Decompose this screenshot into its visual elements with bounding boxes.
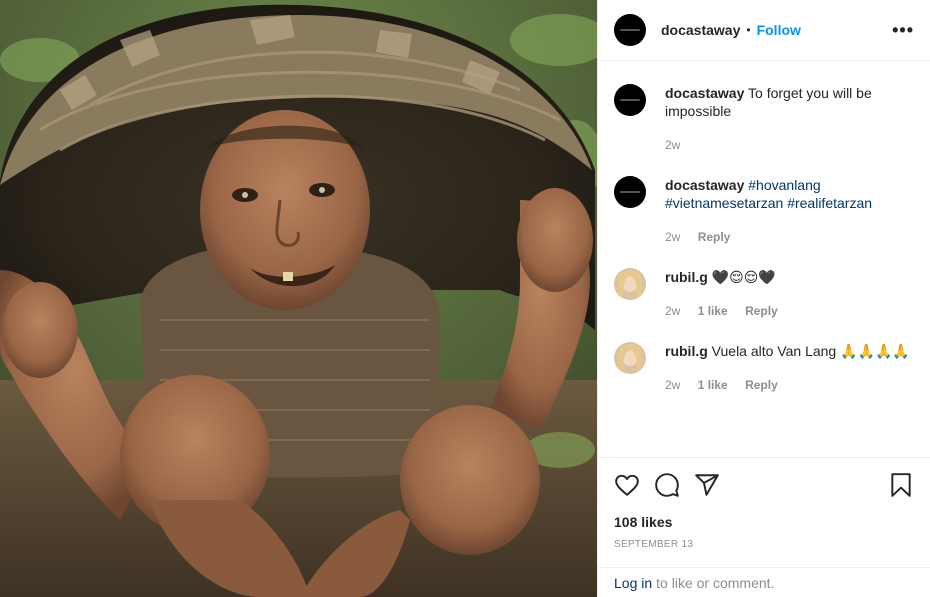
post-image xyxy=(0,0,597,597)
comment-meta: 2w 1 like Reply xyxy=(665,376,914,394)
instagram-post: docastaway • Follow ••• docastaway To fo… xyxy=(0,0,930,597)
comment-body: docastaway #hovanlang #vietnamesetarzan … xyxy=(665,176,914,246)
reply-button[interactable]: Reply xyxy=(698,230,731,244)
comment-username[interactable]: rubil.g xyxy=(665,269,708,285)
avatar-photo-icon xyxy=(614,342,646,374)
login-text: to like or comment. xyxy=(656,574,775,591)
login-link[interactable]: Log in xyxy=(614,575,652,591)
avatar-logo-icon xyxy=(620,191,640,193)
avatar[interactable] xyxy=(614,176,646,208)
separator: • xyxy=(746,23,751,37)
comment-body: docastaway To forget you will be impossi… xyxy=(665,84,914,154)
post-sidebar: docastaway • Follow ••• docastaway To fo… xyxy=(597,0,930,597)
comment: rubil.g Vuela alto Van Lang 🙏🙏🙏🙏 2w 1 li… xyxy=(614,342,914,394)
comment-time[interactable]: 2w xyxy=(665,138,680,152)
comment-time[interactable]: 2w xyxy=(665,378,680,392)
comment-meta: 2w Reply xyxy=(665,228,914,246)
post-header: docastaway • Follow ••• xyxy=(598,0,930,61)
comment-text-line: rubil.g 🖤😌😌🖤 xyxy=(665,268,914,286)
reply-button[interactable]: Reply xyxy=(745,378,778,392)
avatar[interactable] xyxy=(614,14,646,46)
comment-text: Vuela alto Van Lang 🙏🙏🙏🙏 xyxy=(711,343,910,359)
header-username[interactable]: docastaway xyxy=(661,22,740,38)
heart-icon[interactable] xyxy=(614,472,640,498)
post-photo[interactable] xyxy=(0,0,597,597)
comment-time[interactable]: 2w xyxy=(665,304,680,318)
comment-likes[interactable]: 1 like xyxy=(698,378,728,392)
comment-meta: 2w xyxy=(665,136,914,154)
comment-username[interactable]: rubil.g xyxy=(665,343,708,359)
comment-text: 🖤😌😌🖤 xyxy=(711,269,776,285)
post-date[interactable]: SEPTEMBER 13 xyxy=(614,539,914,550)
login-prompt: Log in to like or comment. xyxy=(598,567,930,597)
comment-time[interactable]: 2w xyxy=(665,230,680,244)
comment-text-line: docastaway To forget you will be impossi… xyxy=(665,84,914,120)
comment: docastaway To forget you will be impossi… xyxy=(614,84,914,154)
comment-body: rubil.g 🖤😌😌🖤 2w 1 like Reply xyxy=(665,268,914,320)
comments-list[interactable]: docastaway To forget you will be impossi… xyxy=(598,62,930,457)
comment-body: rubil.g Vuela alto Van Lang 🙏🙏🙏🙏 2w 1 li… xyxy=(665,342,914,394)
comment-meta: 2w 1 like Reply xyxy=(665,302,914,320)
comment: rubil.g 🖤😌😌🖤 2w 1 like Reply xyxy=(614,268,914,320)
follow-button[interactable]: Follow xyxy=(757,22,801,38)
avatar-logo-icon xyxy=(620,99,640,101)
hashtag-link[interactable]: #vietnamesetarzan xyxy=(665,195,783,211)
avatar-logo-icon xyxy=(620,29,640,31)
like-count[interactable]: 108 likes xyxy=(614,514,914,530)
post-actions: 108 likes SEPTEMBER 13 xyxy=(598,457,930,567)
comment-text-line: rubil.g Vuela alto Van Lang 🙏🙏🙏🙏 xyxy=(665,342,914,360)
share-icon[interactable] xyxy=(694,472,720,498)
comment-icon[interactable] xyxy=(654,472,680,498)
comment-username[interactable]: docastaway xyxy=(665,177,744,193)
hashtag-link[interactable]: #hovanlang xyxy=(748,177,820,193)
avatar-photo-icon xyxy=(614,268,646,300)
commenter-avatar[interactable] xyxy=(614,268,646,300)
avatar[interactable] xyxy=(614,84,646,116)
comment-likes[interactable]: 1 like xyxy=(698,304,728,318)
reply-button[interactable]: Reply xyxy=(745,304,778,318)
more-options-icon[interactable]: ••• xyxy=(892,20,914,41)
comment-text-line: docastaway #hovanlang #vietnamesetarzan … xyxy=(665,176,914,212)
comment: docastaway #hovanlang #vietnamesetarzan … xyxy=(614,176,914,246)
hashtag-link[interactable]: #realifetarzan xyxy=(787,195,872,211)
comment-username[interactable]: docastaway xyxy=(665,85,744,101)
bookmark-icon[interactable] xyxy=(888,472,914,498)
action-icons xyxy=(614,458,914,512)
commenter-avatar[interactable] xyxy=(614,342,646,374)
